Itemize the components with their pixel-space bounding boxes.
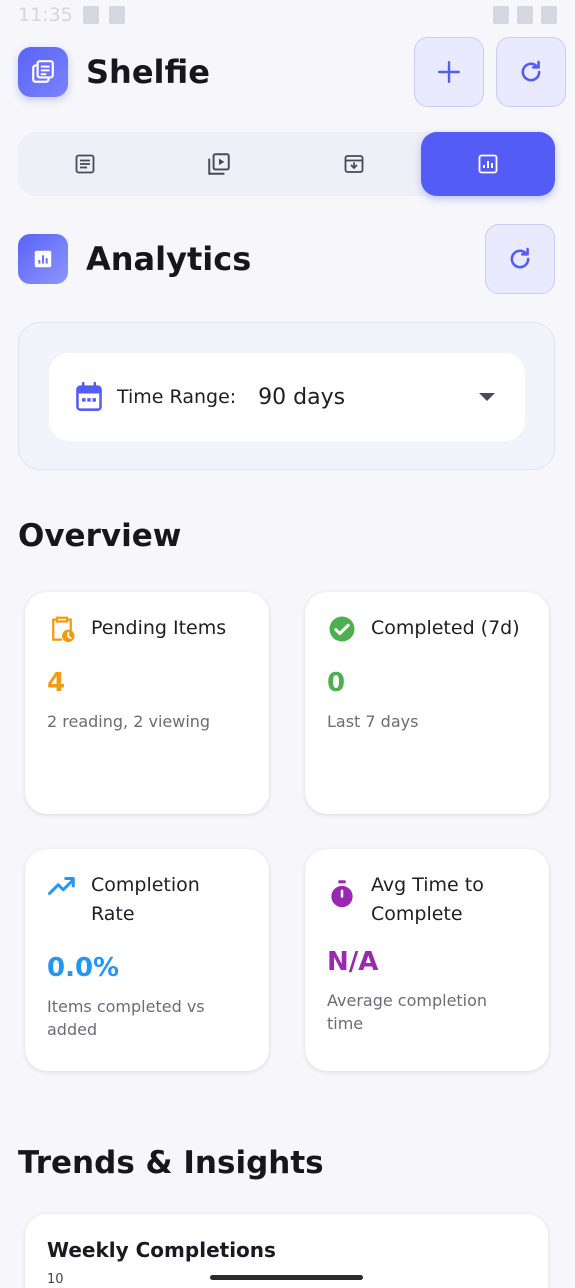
- time-range-card: Time Range: 90 days: [18, 322, 555, 470]
- page-title: Analytics: [86, 240, 252, 278]
- overview-heading: Overview: [18, 518, 182, 554]
- trending-up-icon: [48, 877, 75, 895]
- trends-heading: Trends & Insights: [18, 1145, 324, 1181]
- app-logo: [18, 47, 68, 97]
- weekly-completions-title: Weekly Completions: [47, 1238, 276, 1262]
- home-indicator[interactable]: [210, 1275, 363, 1280]
- stat-title: Pending Items: [91, 617, 227, 639]
- stat-value: 4: [47, 668, 66, 698]
- tab-articles[interactable]: [18, 132, 152, 196]
- app-title: Shelfie: [86, 53, 210, 91]
- signal-icon: [517, 6, 533, 24]
- stat-subtitle: Average completion time: [327, 991, 488, 1033]
- bar-chart-icon: [34, 250, 52, 268]
- tab-bar: [18, 132, 555, 196]
- stat-value: 0.0%: [47, 953, 120, 983]
- analytics-icon: [478, 154, 498, 174]
- tab-videos[interactable]: [152, 132, 286, 196]
- stat-title: Completed (7d): [371, 617, 520, 639]
- library-books-icon: [32, 60, 54, 83]
- chevron-down-icon: [479, 393, 495, 401]
- stat-title: Completion Rate: [91, 874, 200, 925]
- status-bar: 11:35: [0, 0, 575, 30]
- stat-subtitle: Last 7 days: [327, 712, 419, 731]
- tab-analytics[interactable]: [420, 132, 555, 196]
- analytics-refresh-button[interactable]: [485, 224, 555, 294]
- video-library-icon: [208, 153, 231, 175]
- time-range-label: Time Range:: [117, 386, 237, 408]
- stat-card-completion-rate: Completion Rate 0.0% Items completed vs …: [25, 849, 269, 1071]
- stat-value: N/A: [327, 947, 379, 977]
- time-range-value: 90 days: [258, 384, 346, 410]
- time-range-dropdown[interactable]: Time Range: 90 days: [49, 353, 525, 441]
- stat-subtitle: 2 reading, 2 viewing: [47, 712, 211, 731]
- refresh-icon: [510, 247, 530, 269]
- stat-title: Avg Time to Complete: [371, 874, 484, 925]
- stat-subtitle: Items completed vs added: [47, 997, 205, 1039]
- calendar-icon: [76, 382, 102, 411]
- check-circle-icon: [329, 616, 355, 642]
- add-button[interactable]: [414, 37, 484, 107]
- status-time: 11:35: [18, 4, 73, 26]
- archive-icon: [344, 155, 364, 173]
- tab-archive[interactable]: [287, 132, 421, 196]
- pending-clipboard-icon: [52, 616, 75, 643]
- analytics-badge: [18, 234, 68, 284]
- analytics-section-header: Analytics: [18, 224, 555, 294]
- plus-icon: [438, 61, 460, 83]
- status-notification-icon: [82, 6, 99, 24]
- battery-icon: [541, 6, 557, 24]
- wifi-icon: [493, 6, 509, 24]
- stat-card-avg-time: Avg Time to Complete N/A Average complet…: [305, 849, 549, 1071]
- stat-card-pending: Pending Items 4 2 reading, 2 viewing: [25, 592, 269, 814]
- article-icon: [75, 154, 95, 174]
- status-sim-icon: [108, 6, 125, 24]
- stat-value: 0: [327, 668, 346, 698]
- refresh-button[interactable]: [496, 37, 566, 107]
- app-header: Shelfie: [18, 37, 566, 107]
- refresh-icon: [521, 60, 541, 82]
- timer-icon: [331, 880, 353, 908]
- stat-card-completed: Completed (7d) 0 Last 7 days: [305, 592, 549, 814]
